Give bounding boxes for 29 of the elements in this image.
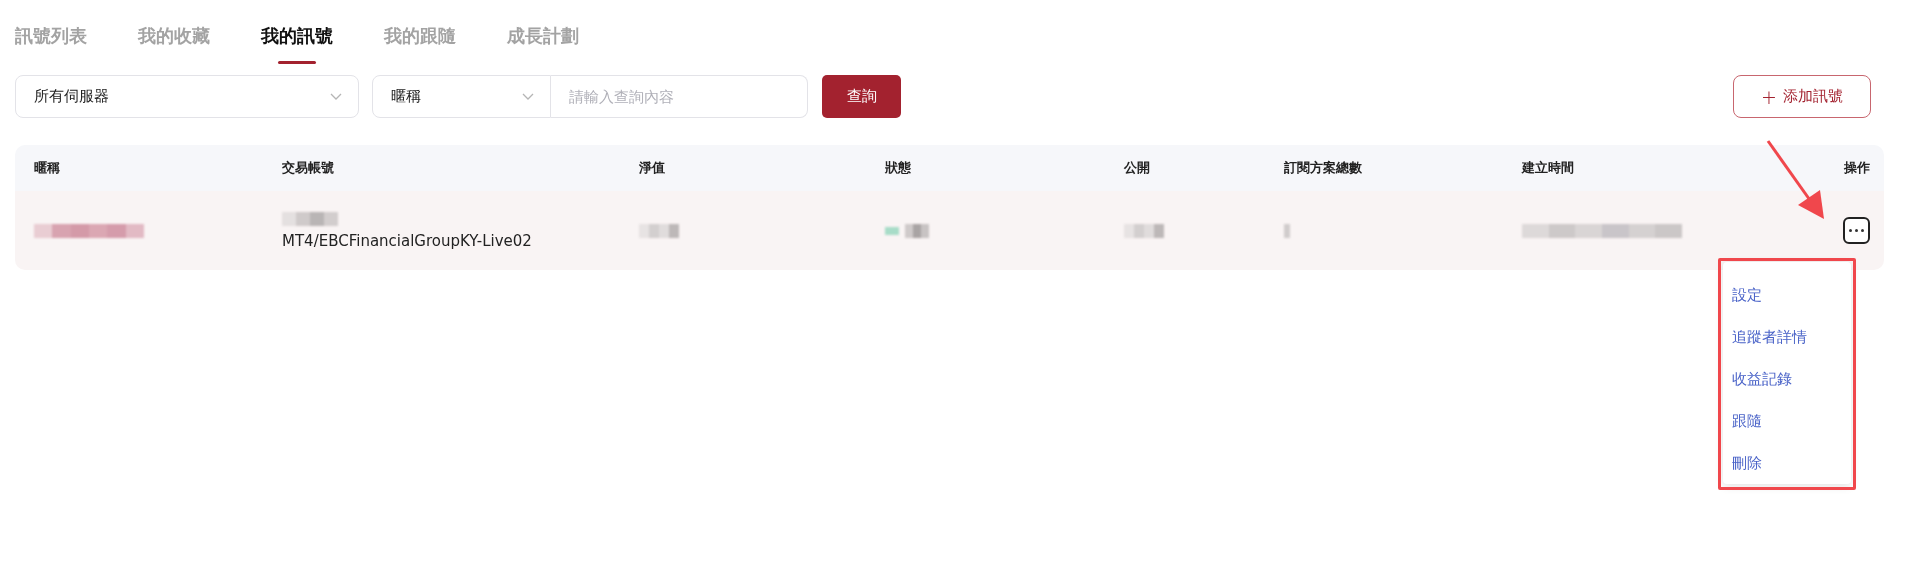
column-header: 訂閱方案總數 (1284, 160, 1362, 175)
search-field[interactable]: 請輸入查詢內容 (551, 75, 808, 118)
menu-item[interactable]: 刪除 (1732, 453, 1762, 473)
chevron-down-icon (330, 92, 342, 101)
redacted-value (282, 211, 338, 226)
column-header: 公開 (1124, 160, 1150, 175)
redacted-value (885, 223, 929, 238)
column-header: 建立時間 (1522, 160, 1574, 175)
chevron-down-icon (522, 92, 534, 101)
menu-item[interactable]: 追蹤者詳情 (1732, 328, 1807, 348)
menu-item[interactable]: 跟隨 (1732, 411, 1762, 431)
column-header: 操作 (1844, 159, 1870, 177)
active-tab-underline (278, 61, 316, 64)
column-header: 交易帳號 (282, 160, 334, 175)
field-select[interactable]: 暱稱 (372, 75, 551, 118)
menu-item[interactable]: 收益記錄 (1732, 370, 1792, 389)
table-cell-text: MT4/EBCFinancialGroupKY-Live02 (282, 231, 533, 250)
tab[interactable]: 我的訊號 (261, 18, 333, 54)
column-header: 淨值 (639, 160, 665, 175)
redacted-value (1284, 223, 1290, 238)
column-header: 暱稱 (34, 160, 60, 175)
menu-item[interactable]: 設定 (1732, 286, 1762, 306)
column-header: 狀態 (885, 160, 911, 175)
query-button[interactable]: 查詢 (822, 75, 901, 118)
redacted-value (1124, 223, 1164, 238)
add-signal-button[interactable]: + 添加訊號 (1733, 75, 1871, 118)
redacted-value (639, 223, 679, 238)
server-select[interactable]: 所有伺服器 (15, 75, 359, 118)
more-actions-button[interactable] (1843, 217, 1870, 244)
